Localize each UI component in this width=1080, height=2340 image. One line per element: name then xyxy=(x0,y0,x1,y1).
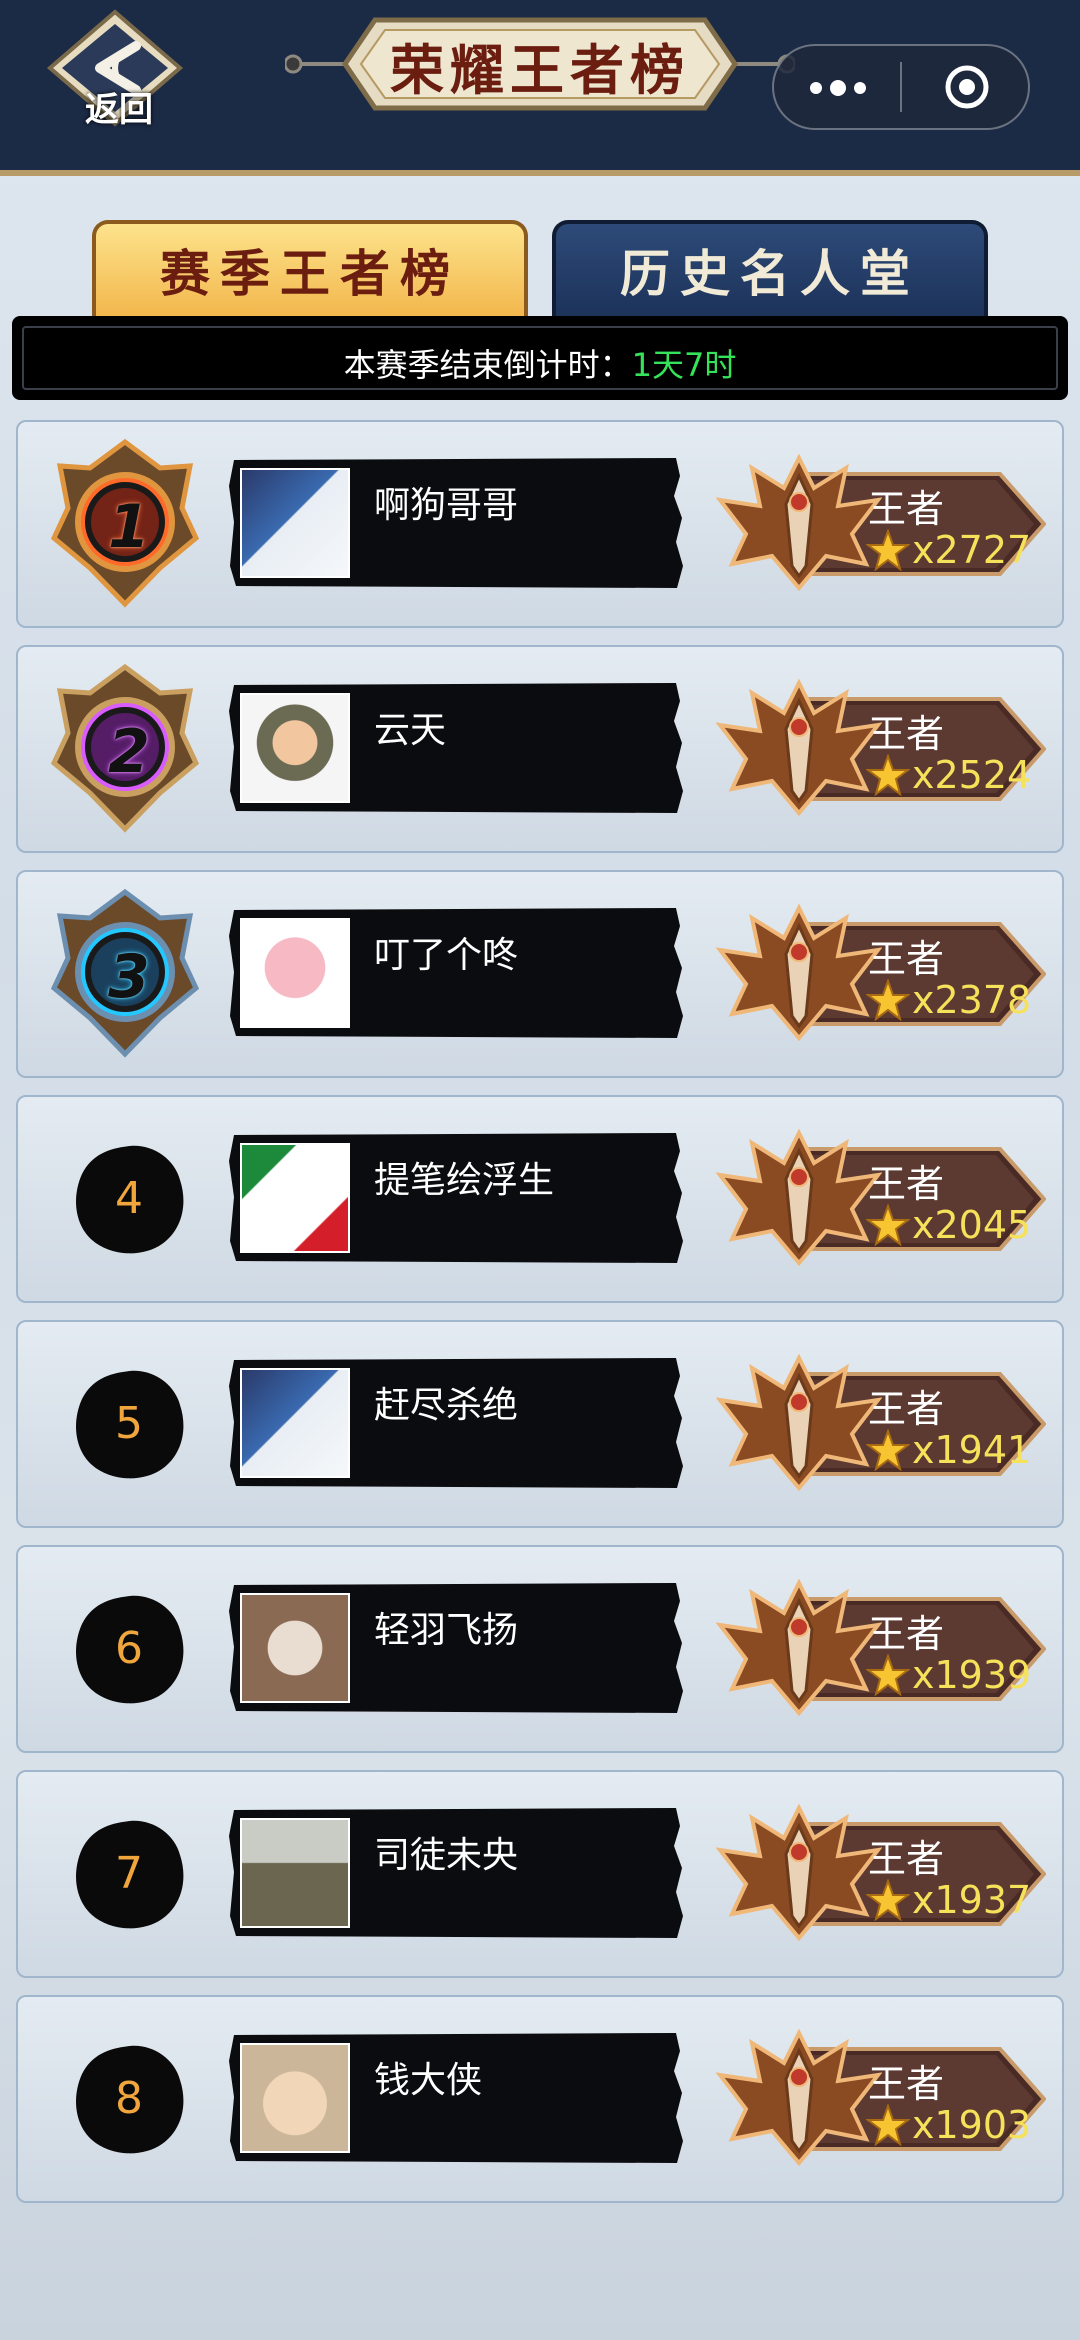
rank-number: 7 xyxy=(115,1848,143,1899)
rank-number: 6 xyxy=(115,1623,143,1674)
countdown-label: 本赛季结束倒计时： xyxy=(343,346,632,384)
star-count: x1941 xyxy=(912,1428,1032,1472)
countdown-value: 1天7时 xyxy=(631,346,737,384)
star-count: x1903 xyxy=(912,2103,1032,2147)
star-icon xyxy=(866,1879,910,1921)
player-avatar xyxy=(240,468,350,578)
star-icon xyxy=(866,2104,910,2146)
tier-label: 王者 xyxy=(868,487,945,531)
star-count: x2045 xyxy=(912,1203,1032,1247)
king-tier-emblem-icon xyxy=(716,1129,882,1267)
star-icon xyxy=(866,1654,910,1696)
star-count: x1937 xyxy=(912,1878,1032,1922)
rank-number: 5 xyxy=(115,1398,143,1449)
king-tier-emblem-icon xyxy=(716,1354,882,1492)
star-count: x1939 xyxy=(912,1653,1032,1697)
tier-label: 王者 xyxy=(868,1162,945,1206)
star-icon xyxy=(866,1204,910,1246)
star-count: x2524 xyxy=(912,753,1032,797)
tier-label: 王者 xyxy=(868,1612,945,1656)
star-icon xyxy=(866,1429,910,1471)
rank-number: 1 xyxy=(108,492,150,562)
player-name: 轻羽飞扬 xyxy=(374,1610,519,1651)
king-tier-emblem-icon xyxy=(716,454,882,592)
star-count: x2727 xyxy=(912,528,1032,572)
mini-program-close-icon[interactable] xyxy=(944,64,990,110)
tier-label: 王者 xyxy=(868,1837,945,1881)
king-tier-emblem-icon xyxy=(716,2029,882,2167)
more-dots-icon[interactable] xyxy=(806,78,870,98)
player-name: 司徒未央 xyxy=(374,1835,519,1876)
tier-label: 王者 xyxy=(868,1387,945,1431)
tab-season-king-list[interactable]: 赛季王者榜 xyxy=(92,220,528,320)
player-name: 叮了个咚 xyxy=(374,935,519,976)
player-avatar xyxy=(240,1818,350,1928)
star-icon xyxy=(866,979,910,1021)
player-name: 提笔绘浮生 xyxy=(374,1160,555,1201)
player-avatar xyxy=(240,1368,350,1478)
star-count: x2378 xyxy=(912,978,1032,1022)
star-icon xyxy=(866,529,910,571)
rank-number: 2 xyxy=(108,717,150,787)
rank-number: 4 xyxy=(115,1173,143,1224)
back-label[interactable]: 返回 xyxy=(64,82,174,131)
king-tier-emblem-icon xyxy=(716,679,882,817)
king-tier-emblem-icon xyxy=(716,1579,882,1717)
king-tier-emblem-icon xyxy=(716,904,882,1042)
rank-number: 8 xyxy=(115,2073,143,2124)
player-name: 赶尽杀绝 xyxy=(374,1385,519,1426)
tier-label: 王者 xyxy=(868,712,945,756)
player-avatar xyxy=(240,918,350,1028)
countdown-text: 本赛季结束倒计时：1天7时 xyxy=(12,340,1068,386)
player-name: 钱大侠 xyxy=(374,2060,483,2101)
player-name: 云天 xyxy=(374,710,447,751)
player-avatar xyxy=(240,693,350,803)
player-avatar xyxy=(240,1593,350,1703)
tier-label: 王者 xyxy=(868,2062,945,2106)
tab-hall-of-fame[interactable]: 历史名人堂 xyxy=(552,220,988,320)
rank-number: 3 xyxy=(108,942,150,1012)
star-icon xyxy=(866,754,910,796)
capsule-divider xyxy=(900,62,902,112)
player-avatar xyxy=(240,1143,350,1253)
page-title: 荣耀王者榜 xyxy=(390,38,690,102)
king-tier-emblem-icon xyxy=(716,1804,882,1942)
player-avatar xyxy=(240,2043,350,2153)
tier-label: 王者 xyxy=(868,937,945,981)
player-name: 啊狗哥哥 xyxy=(374,485,519,526)
